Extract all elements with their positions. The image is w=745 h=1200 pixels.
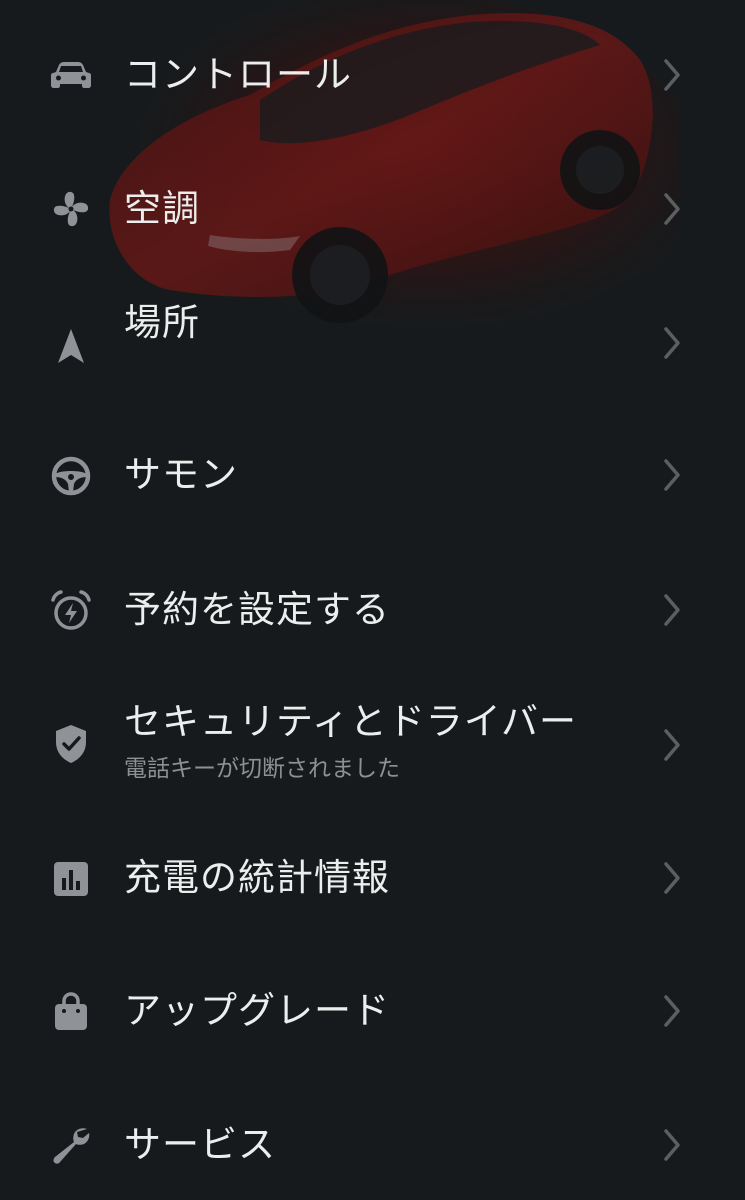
menu-item-charging-stats[interactable]: 充電の統計情報	[0, 823, 745, 933]
menu-item-location[interactable]: 場所	[0, 288, 745, 398]
menu-item-label: セキュリティとドライバー	[124, 700, 578, 743]
main-menu: コントロール 空調 場所 サモン 予約を設定する セキュリティとドライバー 電話…	[0, 0, 745, 1200]
menu-item-label: アップグレード	[124, 989, 390, 1032]
menu-item-label: コントロール	[124, 53, 352, 96]
chevron-right-icon	[664, 1129, 680, 1161]
chevron-right-icon	[664, 459, 680, 491]
menu-item-label: サービス	[124, 1123, 276, 1166]
menu-item-summon[interactable]: サモン	[0, 420, 745, 530]
bar-chart-icon	[46, 854, 96, 904]
menu-item-label: 場所	[124, 301, 200, 344]
fan-icon	[46, 184, 96, 234]
chevron-right-icon	[664, 862, 680, 894]
car-icon	[46, 50, 96, 100]
chevron-right-icon	[664, 594, 680, 626]
menu-item-security[interactable]: セキュリティとドライバー 電話キーが切断されました	[0, 690, 745, 800]
menu-item-sublabel: 電話キーが切断されました	[124, 756, 400, 782]
menu-item-label: 充電の統計情報	[124, 856, 390, 899]
shopping-bag-icon	[46, 987, 96, 1037]
chevron-right-icon	[664, 995, 680, 1027]
steering-wheel-icon	[46, 451, 96, 501]
chevron-right-icon	[664, 59, 680, 91]
menu-item-upgrades[interactable]: アップグレード	[0, 956, 745, 1066]
chevron-right-icon	[664, 193, 680, 225]
menu-item-controls[interactable]: コントロール	[0, 20, 745, 130]
chevron-right-icon	[664, 327, 680, 359]
menu-item-climate[interactable]: 空調	[0, 154, 745, 264]
menu-item-label: サモン	[124, 453, 238, 496]
chevron-right-icon	[664, 729, 680, 761]
shield-check-icon	[46, 719, 96, 769]
menu-item-label: 空調	[124, 187, 200, 230]
menu-item-schedule[interactable]: 予約を設定する	[0, 555, 745, 665]
alarm-clock-icon	[46, 586, 96, 636]
wrench-icon	[46, 1120, 96, 1170]
menu-item-label: 予約を設定する	[124, 588, 390, 631]
menu-item-service[interactable]: サービス	[0, 1090, 745, 1200]
location-arrow-icon	[46, 321, 96, 371]
